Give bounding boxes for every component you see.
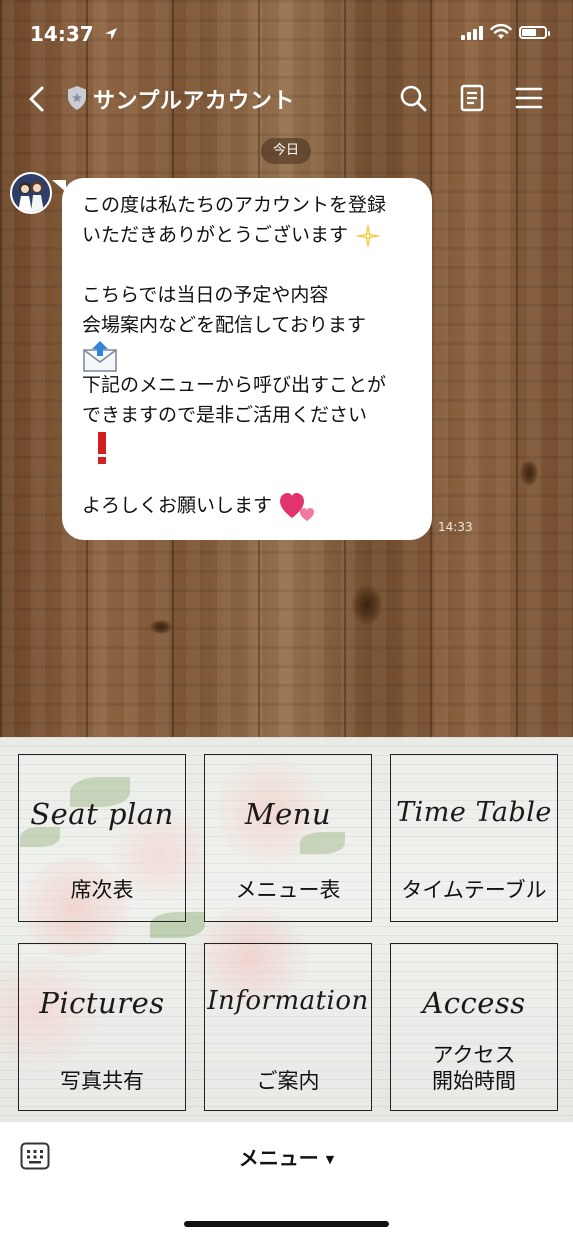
menu-list-button[interactable]: Menu メニュー表	[204, 754, 372, 922]
wifi-icon	[490, 24, 512, 39]
message-line: できますので是非ご活用ください	[82, 404, 368, 426]
message-time: 14:33	[438, 520, 473, 534]
message-text: この度は私たちのアカウントを登録 いただきありがとうございます こちらでは当日の…	[82, 190, 422, 521]
pictures-button[interactable]: Pictures 写真共有	[18, 943, 186, 1111]
exclamation-icon	[98, 432, 106, 464]
status-time: 14:37	[30, 22, 119, 46]
access-button[interactable]: Access アクセス 開始時間	[390, 943, 558, 1111]
button-label: メニュー表	[235, 878, 341, 902]
message-bubble[interactable]: この度は私たちのアカウントを登録 いただきありがとうございます こちらでは当日の…	[62, 178, 432, 540]
menu-toggle-button[interactable]: メニュー ▼	[0, 1142, 573, 1171]
envelope-upload-icon	[83, 341, 117, 372]
wood-knot	[150, 620, 172, 634]
chat-header: サンプルアカウント	[0, 76, 573, 120]
shield-icon	[68, 86, 86, 110]
button-script-title: Menu	[244, 797, 332, 831]
caret-down-icon: ▼	[325, 1153, 335, 1166]
bottom-bar: メニュー ▼	[0, 1122, 573, 1240]
chat-area: 14:37 サンプルアカウント 今日 この度は私たちのアカウントを登録 いただき…	[0, 0, 573, 737]
account-name[interactable]: サンプルアカウント	[93, 83, 295, 115]
message-line	[82, 430, 422, 464]
avatar[interactable]	[10, 172, 52, 214]
battery-icon	[519, 25, 550, 39]
button-label: ご案内	[256, 1069, 320, 1093]
button-script-title: Pictures	[39, 986, 165, 1020]
sparkle-icon	[355, 222, 382, 249]
search-icon[interactable]	[396, 81, 430, 115]
seat-plan-button[interactable]: Seat plan 席次表	[18, 754, 186, 922]
rich-menu: Seat plan 席次表 Menu メニュー表 Time Table タイムテ…	[0, 737, 573, 1122]
message-line: こちらでは当日の予定や内容	[82, 284, 329, 306]
home-indicator[interactable]	[184, 1221, 389, 1227]
message-line: 下記のメニューから呼び出すことが	[82, 374, 387, 396]
message-line	[82, 460, 422, 490]
note-icon[interactable]	[455, 81, 489, 115]
button-script-title: Seat plan	[30, 797, 174, 831]
signal-icon	[461, 24, 483, 40]
hamburger-icon[interactable]	[512, 81, 546, 115]
message-line: この度は私たちのアカウントを登録	[82, 194, 387, 216]
message-line	[82, 340, 422, 372]
status-icons	[461, 24, 550, 40]
message-line	[82, 250, 422, 280]
button-label: 席次表	[70, 878, 134, 902]
button-label-line1: アクセス	[432, 1043, 516, 1067]
date-chip: 今日	[261, 138, 311, 164]
chevron-left-icon[interactable]	[20, 82, 54, 116]
message-line: 会場案内などを配信しております	[82, 314, 366, 336]
menu-toggle-label: メニュー	[238, 1146, 319, 1170]
couple-avatar-image	[12, 174, 50, 212]
message-line: よろしくお願いします	[82, 490, 422, 521]
button-script-title: Information	[207, 986, 369, 1016]
location-arrow-icon	[104, 28, 117, 40]
time-table-button[interactable]: Time Table タイムテーブル	[390, 754, 558, 922]
button-label: タイムテーブル	[401, 878, 547, 902]
status-bar: 14:37	[0, 0, 573, 70]
wood-knot	[352, 585, 382, 625]
wood-knot	[520, 460, 538, 486]
button-script-title: Time Table	[396, 797, 552, 828]
button-label: 写真共有	[60, 1069, 144, 1093]
two-hearts-icon	[280, 493, 315, 521]
information-button[interactable]: Information ご案内	[204, 943, 372, 1111]
message-line: いただきありがとうございます	[82, 220, 422, 250]
button-script-title: Access	[422, 986, 526, 1020]
button-label-line2: 開始時間	[432, 1069, 516, 1093]
